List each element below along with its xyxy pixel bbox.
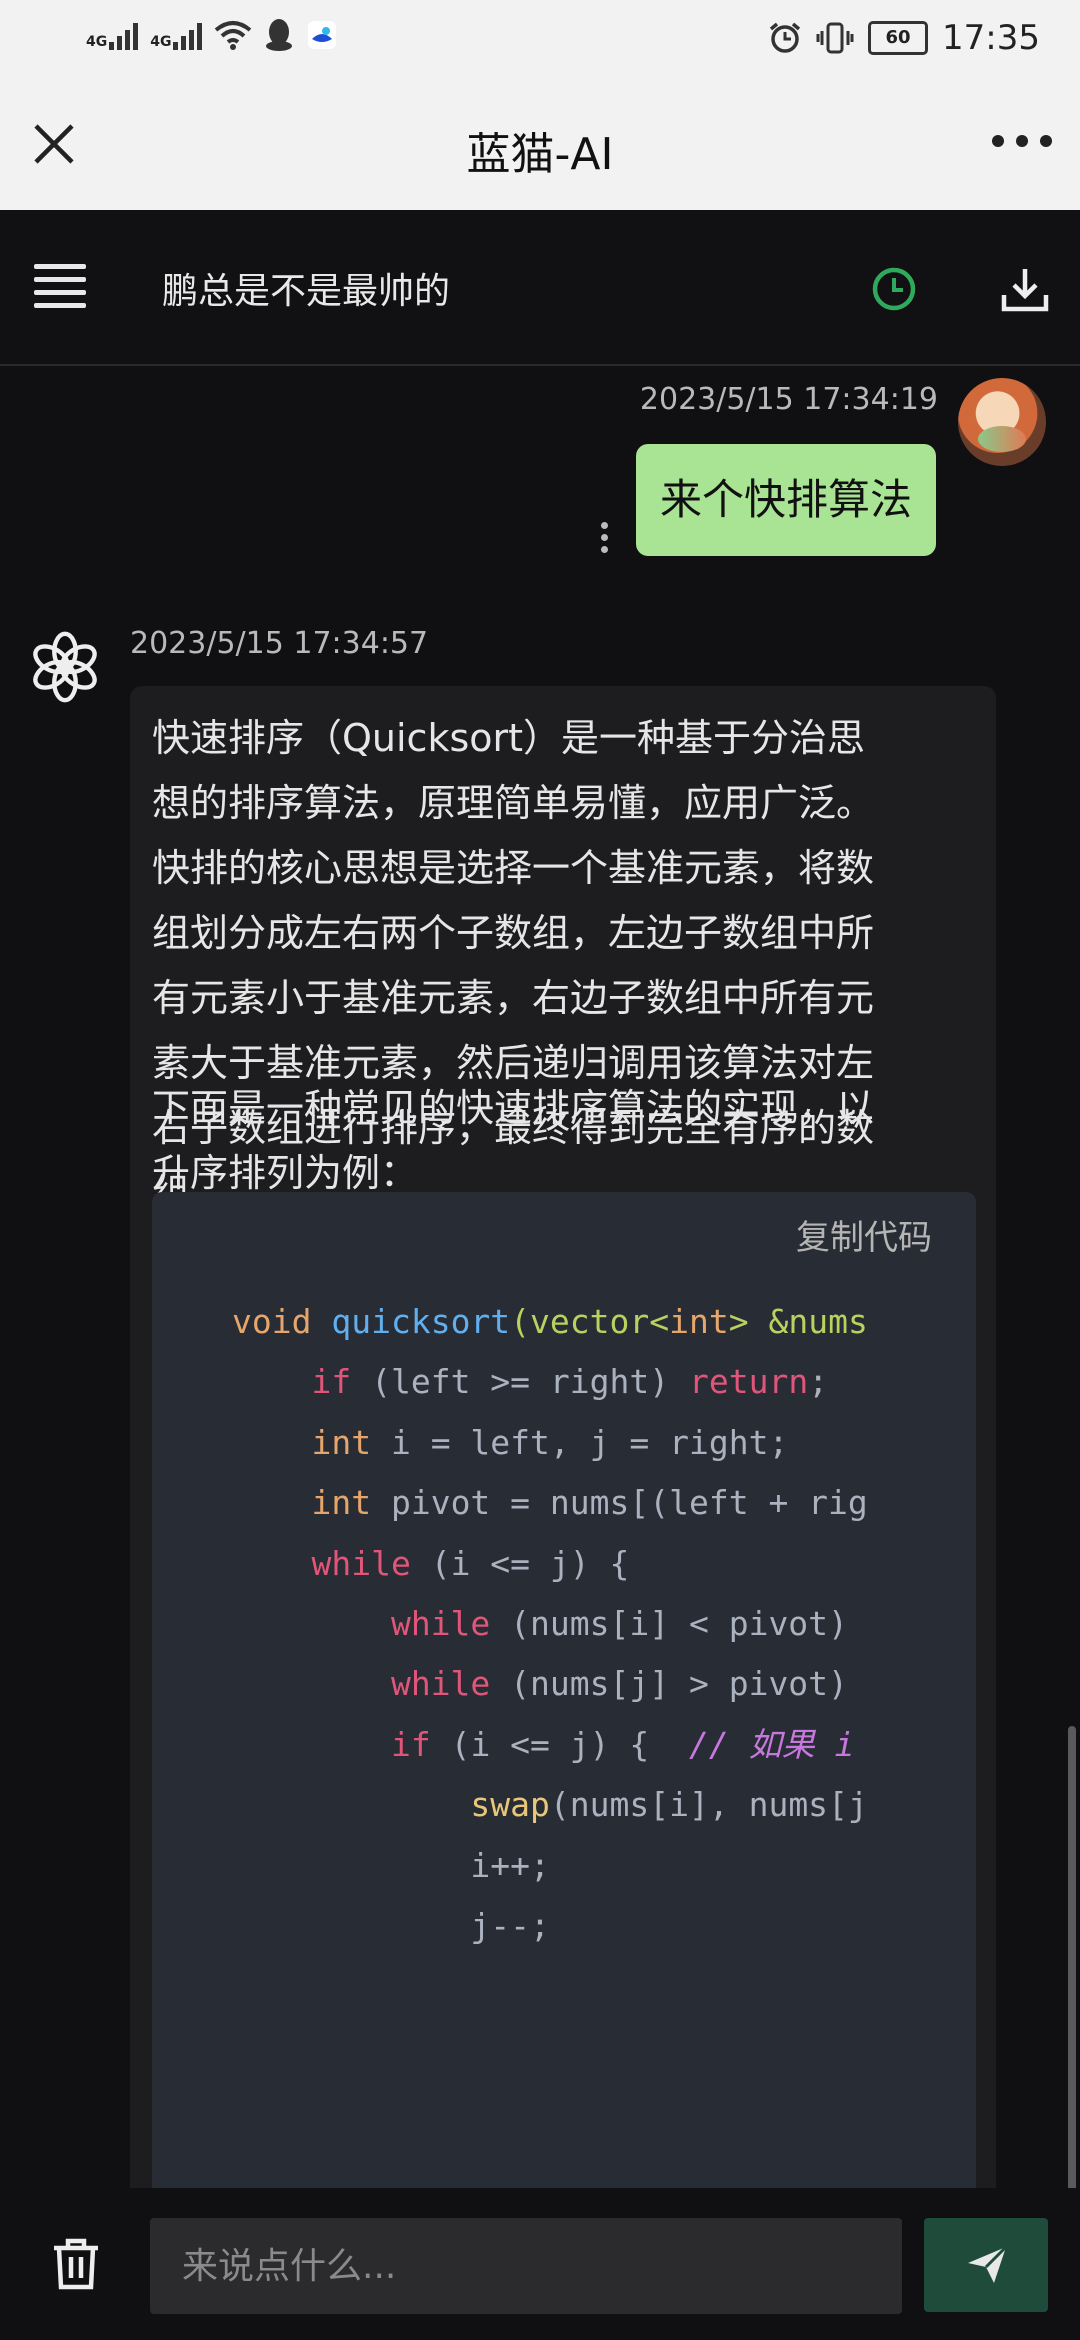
battery-icon: 60 — [868, 21, 929, 55]
wifi-icon — [215, 21, 252, 50]
code-block: 复制代码 void quicksort(vector<int> &nums if… — [152, 1192, 976, 2188]
app-header: 鹏总是不是最帅的 — [0, 210, 1080, 366]
user-avatar[interactable] — [958, 378, 1046, 466]
code-line: int i = left, j = right; — [311, 1422, 789, 1462]
status-bar: 4G 4G 60 17:35 — [0, 0, 1080, 80]
text-line: 下面是一种常见的快速排序算法的实现，以 — [152, 1086, 875, 1130]
status-time: 17:35 — [942, 18, 1040, 58]
title-bar: 蓝猫-AI — [0, 80, 1080, 210]
text-line: 想的排序算法，原理简单易懂，应用广泛。 — [152, 781, 875, 825]
menu-icon[interactable] — [34, 264, 86, 312]
alarm-icon — [769, 22, 801, 53]
assistant-avatar-icon — [33, 631, 97, 703]
qq-icon — [266, 19, 293, 51]
message-options-icon[interactable] — [601, 522, 609, 556]
code-line: while (i <= j) { — [311, 1543, 630, 1583]
input-bar — [0, 2190, 1080, 2340]
text-line: 快排的核心思想是选择一个基准元素，将数 — [152, 846, 875, 890]
message-input[interactable] — [150, 2218, 902, 2314]
page-title: 蓝猫-AI — [466, 129, 614, 180]
code-lines: void quicksort(vector<int> &nums if (lef… — [232, 1292, 972, 1956]
code-line: while (nums[i] < pivot) — [390, 1603, 848, 1643]
text-line: 组划分成左右两个子数组，左边子数组中所 — [152, 911, 875, 955]
code-line: swap(nums[i], nums[j — [470, 1785, 868, 1825]
signal-2: 4G — [150, 20, 203, 50]
status-bar-right: 60 17:35 — [768, 18, 1040, 58]
code-line: j--; — [232, 1905, 550, 1945]
code-line: i++; — [232, 1845, 550, 1885]
signal-1: 4G — [86, 20, 139, 50]
user-message-bubble[interactable]: 来个快排算法 — [636, 444, 937, 556]
trash-icon[interactable] — [50, 2236, 102, 2292]
code-line: if (left >= right) return; — [311, 1362, 829, 1402]
code-line: void quicksort(vector<int> &nums — [232, 1302, 868, 1341]
more-options-button[interactable] — [992, 135, 1052, 151]
chat-area[interactable]: 2023/5/15 17:34:19 来个快排算法 2023/5/15 17:3… — [0, 366, 1080, 2188]
code-line: if (i <= j) { // 如果 i — [390, 1724, 855, 1764]
assistant-message-time: 2023/5/15 17:34:57 — [130, 626, 429, 661]
download-icon[interactable] — [1000, 265, 1050, 313]
send-button[interactable] — [924, 2218, 1048, 2312]
app-icon — [308, 21, 337, 49]
history-icon[interactable] — [870, 265, 918, 313]
signal-bars-icon — [173, 20, 203, 50]
assistant-message-bubble: 快速排序（Quicksort）是一种基于分治思 想的排序算法，原理简单易懂，应用… — [130, 686, 996, 2188]
copy-code-button[interactable]: 复制代码 — [796, 1210, 932, 1259]
assistant-paragraph-2: 下面是一种常见的快速排序算法的实现，以 升序排列为例： — [152, 1076, 980, 1206]
scrollbar[interactable] — [1068, 1726, 1076, 2188]
code-line: int pivot = nums[(left + rig — [311, 1483, 868, 1523]
user-message-time: 2023/5/15 17:34:19 — [639, 382, 938, 417]
vibrate-icon — [816, 22, 854, 54]
status-bar-left: 4G 4G — [86, 18, 338, 52]
signal-bars-icon — [109, 20, 139, 50]
text-line: 有元素小于基准元素，右边子数组中所有元 — [152, 976, 875, 1020]
send-icon — [968, 2245, 1008, 2283]
code-line: while (nums[j] > pivot) — [390, 1664, 848, 1704]
text-line: 快速排序（Quicksort）是一种基于分治思 — [152, 716, 866, 760]
conversation-title: 鹏总是不是最帅的 — [162, 271, 451, 312]
